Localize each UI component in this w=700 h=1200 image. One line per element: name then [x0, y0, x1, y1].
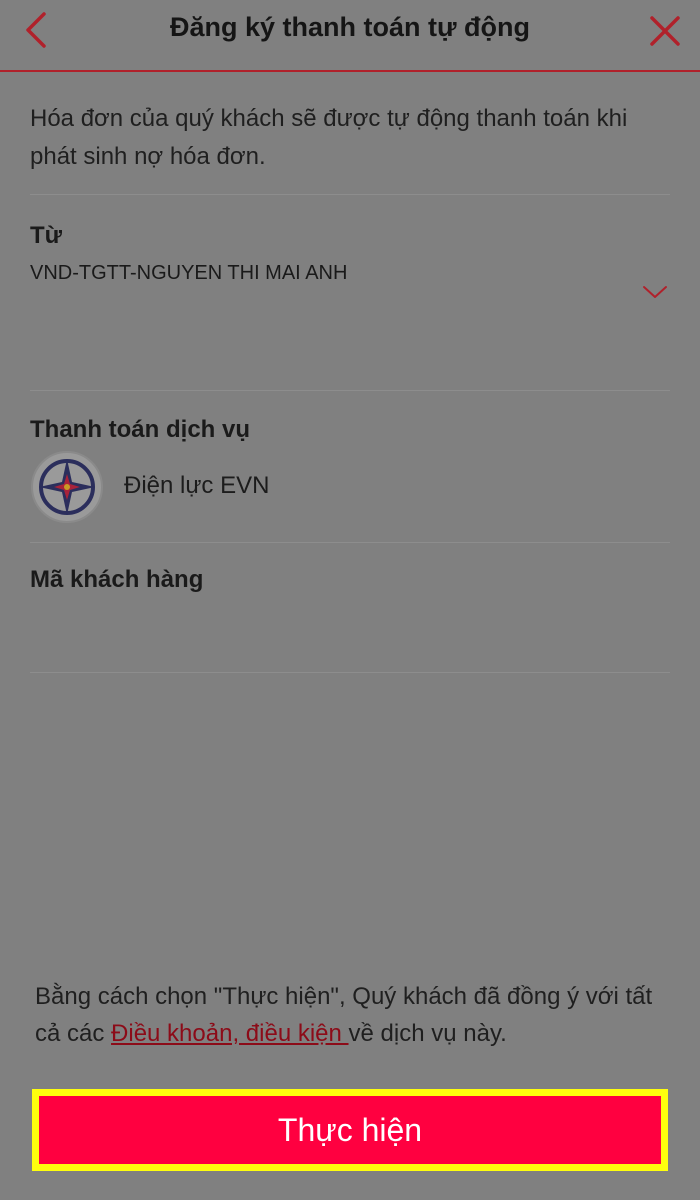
- close-button[interactable]: [648, 14, 682, 48]
- chevron-down-icon: [643, 286, 667, 298]
- divider: [30, 542, 670, 543]
- service-name: Điện lực EVN: [124, 472, 270, 499]
- source-account-value: VND-TGTT-NGUYEN THI MAI ANH: [30, 262, 348, 284]
- evn-logo-icon: [31, 451, 103, 523]
- intro-text: Hóa đơn của quý khách sẽ được tự động th…: [30, 105, 628, 170]
- customer-code-label: Mã khách hàng: [30, 566, 204, 593]
- divider: [30, 672, 670, 673]
- source-label: Từ: [30, 222, 63, 249]
- divider: [30, 194, 670, 195]
- submit-highlight: Thực hiện: [32, 1089, 668, 1171]
- service-item-evn[interactable]: Điện lực EVN: [30, 450, 670, 524]
- terms-text: Bằng cách chọn "Thực hiện", Quý khách đã…: [35, 978, 675, 1052]
- terms-link[interactable]: Điều khoản, điều kiện: [111, 1020, 349, 1047]
- submit-button[interactable]: Thực hiện: [39, 1096, 661, 1164]
- close-icon: [650, 16, 680, 46]
- source-account-select[interactable]: VND-TGTT-NGUYEN THI MAI ANH: [30, 262, 670, 322]
- customer-code-input[interactable]: [30, 604, 670, 664]
- terms-suffix: về dịch vụ này.: [348, 1020, 507, 1047]
- header-bar: Đăng ký thanh toán tự động: [0, 0, 700, 72]
- divider: [30, 390, 670, 391]
- service-label: Thanh toán dịch vụ: [30, 416, 250, 443]
- page-title: Đăng ký thanh toán tự động: [169, 12, 531, 42]
